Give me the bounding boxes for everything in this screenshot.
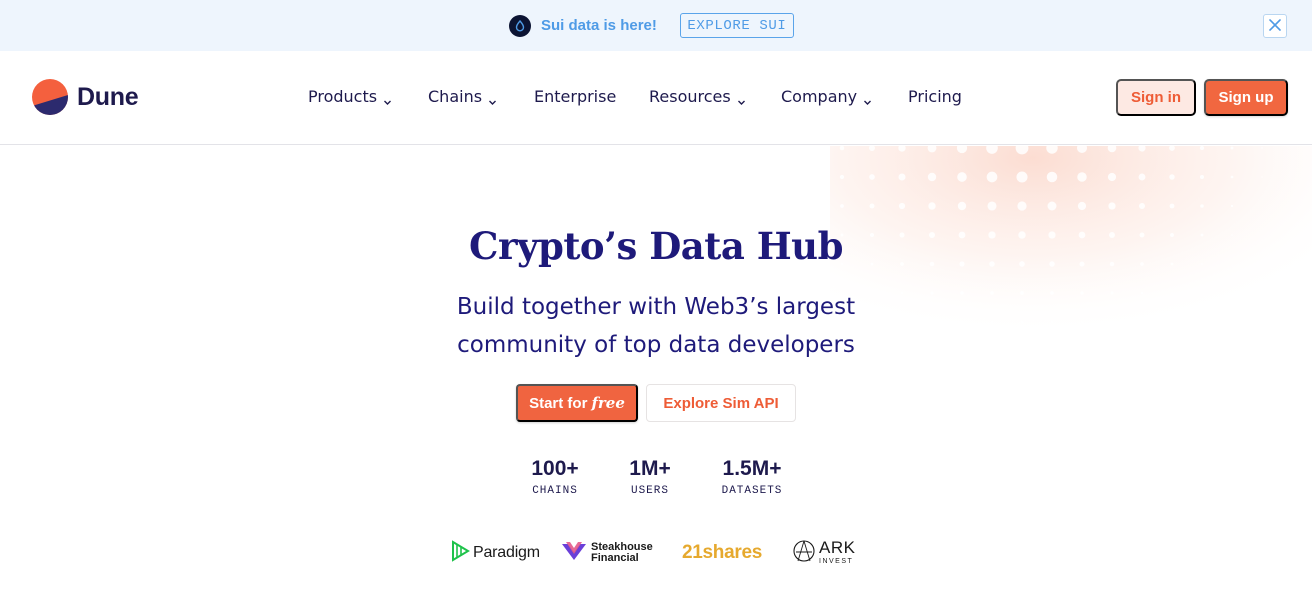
nav-chains[interactable]: Chains [428,87,497,106]
chevron-down-icon [737,92,746,105]
stat-datasets: 1.5M+ DATASETS [716,457,788,497]
stat-label: CHAINS [532,485,578,497]
partner-21shares-logo: 21shares [682,540,762,566]
stat-value: 1M+ [629,457,671,480]
steakhouse-line-2: Financial [591,552,639,564]
close-icon [1268,18,1282,35]
start-cta-prefix: Start for [529,394,588,412]
stat-label: USERS [630,485,669,497]
stat-value: 100+ [531,457,579,480]
stat-value: 1.5M+ [722,457,782,480]
stat-label: DATASETS [721,485,783,497]
21shares-wordmark: 21shares [682,542,763,563]
paradigm-wordmark: Paradigm [473,544,540,561]
nav-company[interactable]: Company [781,87,872,106]
hero-subtitle: Build together with Web3’s largest commu… [0,288,1312,364]
nav-products-label: Products [308,87,378,106]
ark-icon [793,539,815,567]
ark-main-text: ARK [819,538,856,557]
steakhouse-icon [561,540,587,567]
partner-ark-invest-logo: ARK INVEST [793,539,855,567]
nav-enterprise[interactable]: Enterprise [534,87,616,106]
announcement-bar: Sui data is here! EXPLORE SUI [0,0,1312,51]
sign-up-button[interactable]: Sign up [1204,79,1288,116]
announcement-text: Sui data is here! [541,17,657,34]
nav-enterprise-label: Enterprise [534,87,617,106]
paradigm-icon [451,539,470,567]
nav-pricing-label: Pricing [908,87,962,106]
partner-paradigm-logo: Paradigm [451,539,540,567]
announcement-content: Sui data is here! EXPLORE SUI [509,13,794,38]
chevron-down-icon [488,92,497,105]
chevron-down-icon [383,92,392,105]
sign-in-button[interactable]: Sign in [1116,79,1196,116]
nav-company-label: Company [781,87,858,106]
hero-subtitle-line-2: community of top data developers [457,332,855,358]
explore-sim-api-button[interactable]: Explore Sim API [646,384,796,422]
partner-steakhouse-logo: Steakhouse Financial [561,540,653,566]
start-for-free-button[interactable]: Start for free [516,384,638,422]
stat-users: 1M+ USERS [624,457,676,497]
nav-chains-label: Chains [428,87,483,106]
sui-drop-icon [509,14,531,37]
ark-sub-text: INVEST [819,558,854,565]
steakhouse-wordmark: Steakhouse Financial [591,542,653,564]
hero-subtitle-line-1: Build together with Web3’s largest [456,294,856,320]
explore-sui-button[interactable]: EXPLORE SUI [679,13,794,38]
nav-resources[interactable]: Resources [649,87,746,106]
start-cta-emphasis: free [591,394,625,412]
nav-pricing[interactable]: Pricing [908,87,962,106]
nav-products[interactable]: Products [308,87,392,106]
ark-wordmark: ARK INVEST [819,539,855,567]
close-announcement-button[interactable] [1263,14,1287,38]
chevron-down-icon [863,92,872,105]
site-header: Dune Products Chains Enterprise Resource… [0,51,1312,145]
hero-title: Crypto’s Data Hub [469,224,843,268]
nav-resources-label: Resources [649,87,731,106]
stat-chains: 100+ CHAINS [524,457,586,497]
